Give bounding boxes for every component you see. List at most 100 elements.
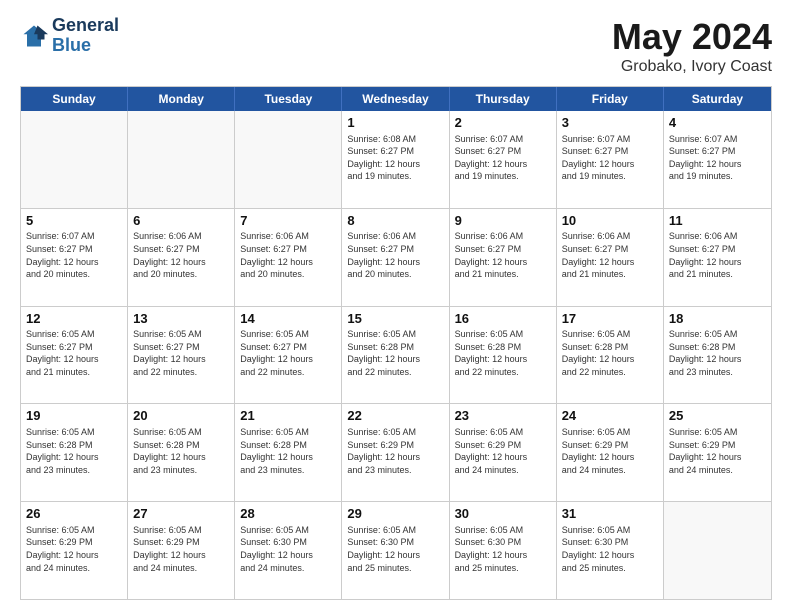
day-info: Sunrise: 6:05 AMSunset: 6:28 PMDaylight:… <box>347 328 443 378</box>
day-info: Sunrise: 6:06 AMSunset: 6:27 PMDaylight:… <box>562 230 658 280</box>
day-info: Sunrise: 6:05 AMSunset: 6:28 PMDaylight:… <box>669 328 766 378</box>
day-info: Sunrise: 6:07 AMSunset: 6:27 PMDaylight:… <box>26 230 122 280</box>
calendar-header: SundayMondayTuesdayWednesdayThursdayFrid… <box>21 87 771 111</box>
calendar-cell-11: 11Sunrise: 6:06 AMSunset: 6:27 PMDayligh… <box>664 209 771 306</box>
day-number: 7 <box>240 212 336 230</box>
day-number: 6 <box>133 212 229 230</box>
day-number: 31 <box>562 505 658 523</box>
calendar-cell-empty-0-2 <box>235 111 342 208</box>
calendar-body: 1Sunrise: 6:08 AMSunset: 6:27 PMDaylight… <box>21 111 771 599</box>
calendar-cell-24: 24Sunrise: 6:05 AMSunset: 6:29 PMDayligh… <box>557 404 664 501</box>
day-number: 4 <box>669 114 766 132</box>
title-block: May 2024 Grobako, Ivory Coast <box>612 16 772 76</box>
day-info: Sunrise: 6:05 AMSunset: 6:29 PMDaylight:… <box>26 524 122 574</box>
calendar-cell-17: 17Sunrise: 6:05 AMSunset: 6:28 PMDayligh… <box>557 307 664 404</box>
day-number: 11 <box>669 212 766 230</box>
calendar-cell-5: 5Sunrise: 6:07 AMSunset: 6:27 PMDaylight… <box>21 209 128 306</box>
day-number: 24 <box>562 407 658 425</box>
day-number: 26 <box>26 505 122 523</box>
day-of-week-tuesday: Tuesday <box>235 87 342 111</box>
day-info: Sunrise: 6:06 AMSunset: 6:27 PMDaylight:… <box>240 230 336 280</box>
logo-icon <box>20 22 48 50</box>
header: General Blue May 2024 Grobako, Ivory Coa… <box>20 16 772 76</box>
day-info: Sunrise: 6:06 AMSunset: 6:27 PMDaylight:… <box>347 230 443 280</box>
calendar-cell-28: 28Sunrise: 6:05 AMSunset: 6:30 PMDayligh… <box>235 502 342 599</box>
day-info: Sunrise: 6:05 AMSunset: 6:27 PMDaylight:… <box>240 328 336 378</box>
day-info: Sunrise: 6:06 AMSunset: 6:27 PMDaylight:… <box>455 230 551 280</box>
day-number: 28 <box>240 505 336 523</box>
day-info: Sunrise: 6:06 AMSunset: 6:27 PMDaylight:… <box>669 230 766 280</box>
day-number: 18 <box>669 310 766 328</box>
day-number: 2 <box>455 114 551 132</box>
day-info: Sunrise: 6:05 AMSunset: 6:29 PMDaylight:… <box>455 426 551 476</box>
calendar-cell-12: 12Sunrise: 6:05 AMSunset: 6:27 PMDayligh… <box>21 307 128 404</box>
calendar-cell-26: 26Sunrise: 6:05 AMSunset: 6:29 PMDayligh… <box>21 502 128 599</box>
day-info: Sunrise: 6:05 AMSunset: 6:30 PMDaylight:… <box>240 524 336 574</box>
day-number: 12 <box>26 310 122 328</box>
calendar-cell-9: 9Sunrise: 6:06 AMSunset: 6:27 PMDaylight… <box>450 209 557 306</box>
day-info: Sunrise: 6:05 AMSunset: 6:30 PMDaylight:… <box>455 524 551 574</box>
calendar-cell-19: 19Sunrise: 6:05 AMSunset: 6:28 PMDayligh… <box>21 404 128 501</box>
day-info: Sunrise: 6:08 AMSunset: 6:27 PMDaylight:… <box>347 133 443 183</box>
day-info: Sunrise: 6:05 AMSunset: 6:28 PMDaylight:… <box>455 328 551 378</box>
day-number: 5 <box>26 212 122 230</box>
day-of-week-friday: Friday <box>557 87 664 111</box>
logo-text: General Blue <box>52 16 119 56</box>
day-info: Sunrise: 6:05 AMSunset: 6:28 PMDaylight:… <box>562 328 658 378</box>
calendar-cell-18: 18Sunrise: 6:05 AMSunset: 6:28 PMDayligh… <box>664 307 771 404</box>
calendar-cell-30: 30Sunrise: 6:05 AMSunset: 6:30 PMDayligh… <box>450 502 557 599</box>
day-number: 19 <box>26 407 122 425</box>
calendar-cell-23: 23Sunrise: 6:05 AMSunset: 6:29 PMDayligh… <box>450 404 557 501</box>
calendar: SundayMondayTuesdayWednesdayThursdayFrid… <box>20 86 772 600</box>
calendar-cell-22: 22Sunrise: 6:05 AMSunset: 6:29 PMDayligh… <box>342 404 449 501</box>
calendar-cell-31: 31Sunrise: 6:05 AMSunset: 6:30 PMDayligh… <box>557 502 664 599</box>
calendar-row-2: 5Sunrise: 6:07 AMSunset: 6:27 PMDaylight… <box>21 208 771 306</box>
day-info: Sunrise: 6:07 AMSunset: 6:27 PMDaylight:… <box>562 133 658 183</box>
calendar-cell-1: 1Sunrise: 6:08 AMSunset: 6:27 PMDaylight… <box>342 111 449 208</box>
calendar-cell-empty-0-0 <box>21 111 128 208</box>
calendar-cell-27: 27Sunrise: 6:05 AMSunset: 6:29 PMDayligh… <box>128 502 235 599</box>
day-number: 21 <box>240 407 336 425</box>
location: Grobako, Ivory Coast <box>612 58 772 76</box>
day-info: Sunrise: 6:05 AMSunset: 6:30 PMDaylight:… <box>562 524 658 574</box>
calendar-cell-8: 8Sunrise: 6:06 AMSunset: 6:27 PMDaylight… <box>342 209 449 306</box>
calendar-row-3: 12Sunrise: 6:05 AMSunset: 6:27 PMDayligh… <box>21 306 771 404</box>
calendar-cell-6: 6Sunrise: 6:06 AMSunset: 6:27 PMDaylight… <box>128 209 235 306</box>
day-number: 9 <box>455 212 551 230</box>
day-of-week-sunday: Sunday <box>21 87 128 111</box>
day-info: Sunrise: 6:05 AMSunset: 6:28 PMDaylight:… <box>26 426 122 476</box>
calendar-cell-14: 14Sunrise: 6:05 AMSunset: 6:27 PMDayligh… <box>235 307 342 404</box>
calendar-cell-25: 25Sunrise: 6:05 AMSunset: 6:29 PMDayligh… <box>664 404 771 501</box>
calendar-cell-2: 2Sunrise: 6:07 AMSunset: 6:27 PMDaylight… <box>450 111 557 208</box>
calendar-cell-10: 10Sunrise: 6:06 AMSunset: 6:27 PMDayligh… <box>557 209 664 306</box>
calendar-cell-4: 4Sunrise: 6:07 AMSunset: 6:27 PMDaylight… <box>664 111 771 208</box>
calendar-cell-7: 7Sunrise: 6:06 AMSunset: 6:27 PMDaylight… <box>235 209 342 306</box>
day-number: 15 <box>347 310 443 328</box>
logo: General Blue <box>20 16 119 56</box>
day-of-week-monday: Monday <box>128 87 235 111</box>
day-number: 1 <box>347 114 443 132</box>
day-info: Sunrise: 6:05 AMSunset: 6:29 PMDaylight:… <box>133 524 229 574</box>
day-info: Sunrise: 6:07 AMSunset: 6:27 PMDaylight:… <box>455 133 551 183</box>
day-number: 25 <box>669 407 766 425</box>
day-number: 10 <box>562 212 658 230</box>
day-info: Sunrise: 6:05 AMSunset: 6:29 PMDaylight:… <box>347 426 443 476</box>
day-info: Sunrise: 6:05 AMSunset: 6:29 PMDaylight:… <box>562 426 658 476</box>
day-number: 29 <box>347 505 443 523</box>
day-number: 23 <box>455 407 551 425</box>
calendar-cell-13: 13Sunrise: 6:05 AMSunset: 6:27 PMDayligh… <box>128 307 235 404</box>
calendar-cell-20: 20Sunrise: 6:05 AMSunset: 6:28 PMDayligh… <box>128 404 235 501</box>
day-info: Sunrise: 6:06 AMSunset: 6:27 PMDaylight:… <box>133 230 229 280</box>
day-info: Sunrise: 6:05 AMSunset: 6:29 PMDaylight:… <box>669 426 766 476</box>
day-info: Sunrise: 6:05 AMSunset: 6:27 PMDaylight:… <box>26 328 122 378</box>
calendar-cell-16: 16Sunrise: 6:05 AMSunset: 6:28 PMDayligh… <box>450 307 557 404</box>
day-number: 13 <box>133 310 229 328</box>
day-number: 27 <box>133 505 229 523</box>
day-info: Sunrise: 6:05 AMSunset: 6:27 PMDaylight:… <box>133 328 229 378</box>
day-info: Sunrise: 6:05 AMSunset: 6:28 PMDaylight:… <box>133 426 229 476</box>
day-of-week-saturday: Saturday <box>664 87 771 111</box>
day-info: Sunrise: 6:07 AMSunset: 6:27 PMDaylight:… <box>669 133 766 183</box>
calendar-row-1: 1Sunrise: 6:08 AMSunset: 6:27 PMDaylight… <box>21 111 771 208</box>
day-number: 30 <box>455 505 551 523</box>
day-number: 17 <box>562 310 658 328</box>
